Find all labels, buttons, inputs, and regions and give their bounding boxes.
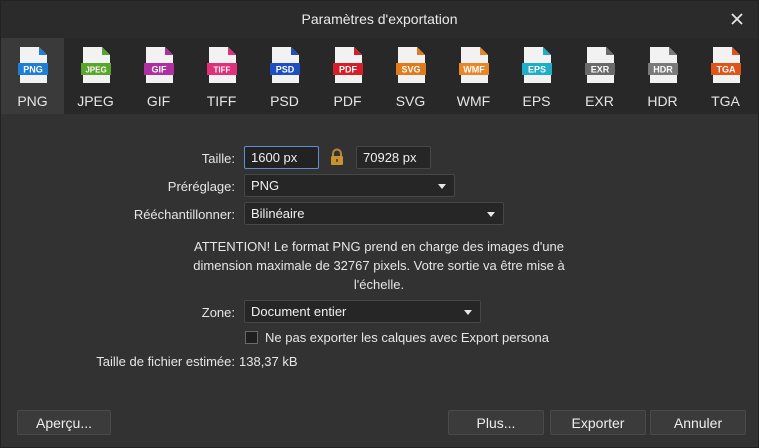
zone-select[interactable]: Document entier	[244, 300, 481, 323]
preset-value: PNG	[251, 178, 280, 193]
file-tga-icon: TGA	[711, 47, 741, 83]
zone-value: Document entier	[251, 304, 347, 319]
resample-value: Bilinéaire	[251, 206, 305, 221]
format-tab-label: EPS	[522, 93, 551, 109]
preset-label: Préréglage:	[167, 179, 235, 194]
height-input[interactable]: 70928 px	[356, 146, 431, 169]
resample-label: Rééchantillonner:	[133, 207, 235, 222]
format-tab-label: WMF	[456, 93, 491, 109]
no-export-persona-layers-checkbox[interactable]	[245, 331, 258, 344]
zone-label: Zone:	[201, 305, 235, 320]
file-wmf-icon: WMF	[459, 47, 489, 83]
format-tab-bar: PNG PNG JPEG JPEG GIF GIF TIFF TIFF PSD PSD PDF PDF…	[1, 38, 758, 114]
cancel-button[interactable]: Annuler	[650, 410, 746, 435]
file-jpeg-icon: JPEG	[81, 47, 111, 83]
format-tab-tiff[interactable]: TIFF TIFF	[190, 38, 253, 114]
file-icon-text: PSD	[276, 65, 295, 75]
format-tab-jpeg[interactable]: JPEG JPEG	[64, 38, 127, 114]
format-tab-exr[interactable]: EXR EXR	[568, 38, 631, 114]
format-tab-label: PDF	[333, 93, 362, 109]
width-input[interactable]: 1600 px	[244, 146, 319, 169]
format-tab-png[interactable]: PNG PNG	[1, 38, 64, 114]
close-icon	[731, 13, 743, 25]
format-tab-label: HDR	[647, 93, 678, 109]
format-tab-label: TGA	[711, 93, 740, 109]
filesize-value: 138,37 kB	[239, 354, 298, 369]
format-tab-psd[interactable]: PSD PSD	[253, 38, 316, 114]
format-tab-svg[interactable]: SVG SVG	[379, 38, 442, 114]
format-tab-eps[interactable]: EPS EPS	[505, 38, 568, 114]
close-button[interactable]	[726, 8, 748, 30]
file-icon-text: PDF	[339, 65, 358, 75]
title-bar: Paramètres d'exportation	[1, 1, 758, 38]
file-icon-text: PNG	[23, 65, 43, 75]
format-tab-hdr[interactable]: HDR HDR	[631, 38, 694, 114]
aspect-lock-toggle[interactable]	[327, 147, 347, 167]
file-pdf-icon: PDF	[333, 47, 363, 83]
resample-select[interactable]: Bilinéaire	[244, 202, 504, 225]
no-export-persona-layers-label[interactable]: Ne pas exporter les calques avec Export …	[265, 330, 549, 345]
export-button[interactable]: Exporter	[550, 410, 646, 435]
export-dialog: Paramètres d'exportation PNG PNG JPEG JPEG G…	[0, 0, 759, 448]
size-label: Taille:	[201, 151, 235, 166]
file-icon-text: JPEG	[85, 66, 106, 75]
preview-button[interactable]: Aperçu...	[17, 410, 111, 435]
format-tab-pdf[interactable]: PDF PDF	[316, 38, 379, 114]
preset-select[interactable]: PNG	[244, 174, 455, 197]
chevron-down-icon	[487, 212, 495, 217]
size-warning-text: ATTENTION! Le format PNG prend en charge…	[193, 239, 565, 292]
format-tab-gif[interactable]: GIF GIF	[127, 38, 190, 114]
file-svg-icon: SVG	[396, 47, 426, 83]
format-tab-wmf[interactable]: WMF WMF	[442, 38, 505, 114]
file-exr-icon: EXR	[585, 47, 615, 83]
file-icon-text: SVG	[401, 65, 420, 75]
filesize-label: Taille de fichier estimée:	[96, 354, 235, 369]
file-psd-icon: PSD	[270, 47, 300, 83]
format-tab-tga[interactable]: TGA TGA	[694, 38, 757, 114]
format-tab-label: TIFF	[206, 93, 237, 109]
format-tab-label: EXR	[585, 93, 614, 109]
file-icon-text: TIFF	[214, 66, 231, 75]
format-tab-label: PSD	[270, 93, 299, 109]
lock-icon	[331, 148, 343, 165]
file-gif-icon: GIF	[144, 47, 174, 83]
window-title: Paramètres d'exportation	[301, 11, 458, 27]
file-icon-text: TGA	[717, 65, 736, 75]
format-tab-label: PNG	[17, 93, 48, 109]
format-tab-label: GIF	[146, 93, 171, 109]
file-icon-text: GIF	[152, 65, 168, 75]
chevron-down-icon	[464, 310, 472, 315]
format-tab-label: JPEG	[77, 93, 114, 109]
file-tiff-icon: TIFF	[207, 47, 237, 83]
file-icon-text: EXR	[591, 65, 610, 75]
file-hdr-icon: HDR	[648, 47, 678, 83]
file-icon-text: WMF	[463, 65, 485, 75]
file-icon-text: HDR	[653, 65, 673, 75]
file-eps-icon: EPS	[522, 47, 552, 83]
chevron-down-icon	[438, 184, 446, 189]
more-button[interactable]: Plus...	[448, 410, 544, 435]
file-icon-text: EPS	[528, 65, 546, 75]
format-tab-label: SVG	[395, 93, 426, 109]
file-png-icon: PNG	[18, 47, 48, 83]
